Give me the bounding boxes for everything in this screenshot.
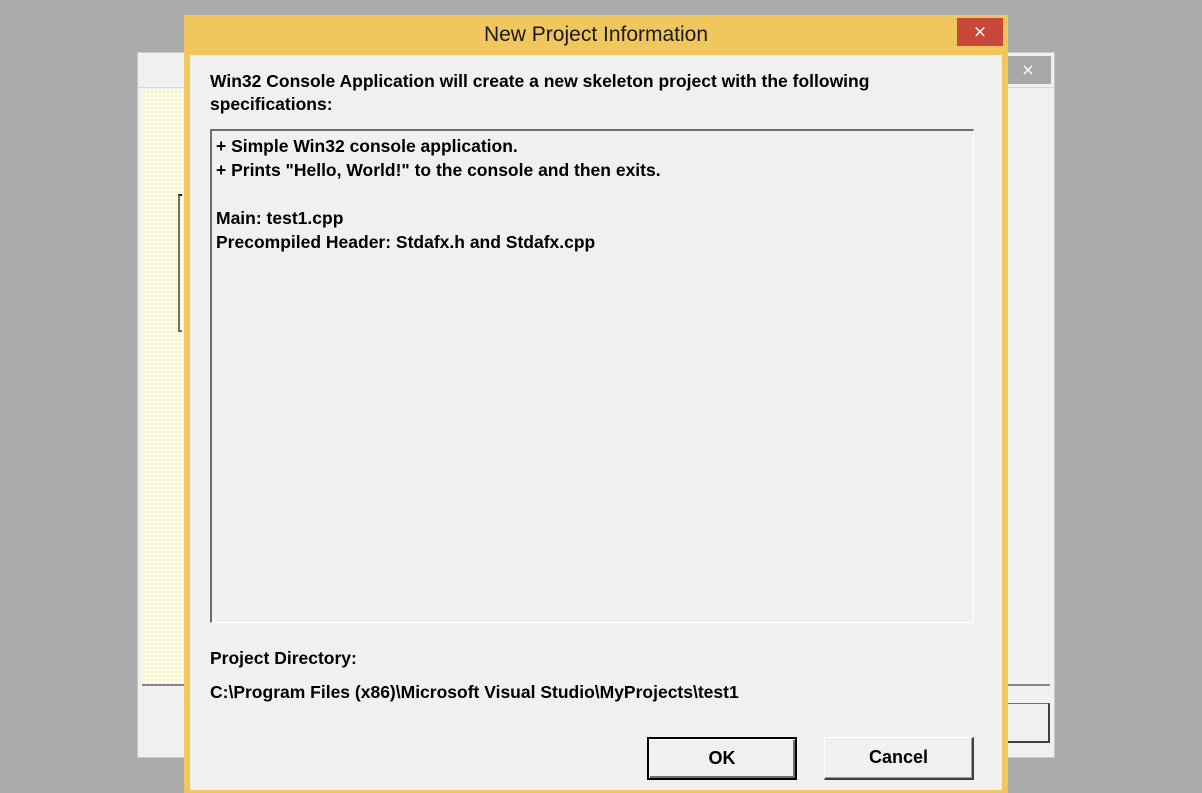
background-wizard-image-panel [142,90,184,686]
new-project-information-dialog: New Project Information × Win32 Console … [184,15,1008,793]
close-button[interactable]: × [957,18,1003,46]
spec-line [216,182,969,206]
cancel-button[interactable]: Cancel [824,737,974,780]
dialog-title: New Project Information [483,23,709,46]
spec-line: + Simple Win32 console application. [216,136,518,156]
dialog-body: Win32 Console Application will create a … [190,55,1002,790]
spec-line: Precompiled Header: Stdafx.h and Stdafx.… [216,232,596,252]
spec-line: + Prints "Hello, World!" to the console … [216,160,661,180]
background-close-button[interactable]: × [1005,56,1051,84]
background-wizard-button[interactable] [1006,703,1050,743]
close-icon: × [972,22,988,42]
dialog-description: Win32 Console Application will create a … [210,71,870,114]
close-icon: × [1021,60,1035,79]
ok-button[interactable]: OK [647,737,797,780]
background-wizard-group-box [178,194,182,332]
spec-line: Main: test1.cpp [216,208,344,228]
project-directory-value: C:\Program Files (x86)\Microsoft Visual … [210,682,739,702]
project-directory-label: Project Directory: [210,648,357,668]
specifications-box[interactable]: + Simple Win32 console application. + Pr… [210,129,974,623]
